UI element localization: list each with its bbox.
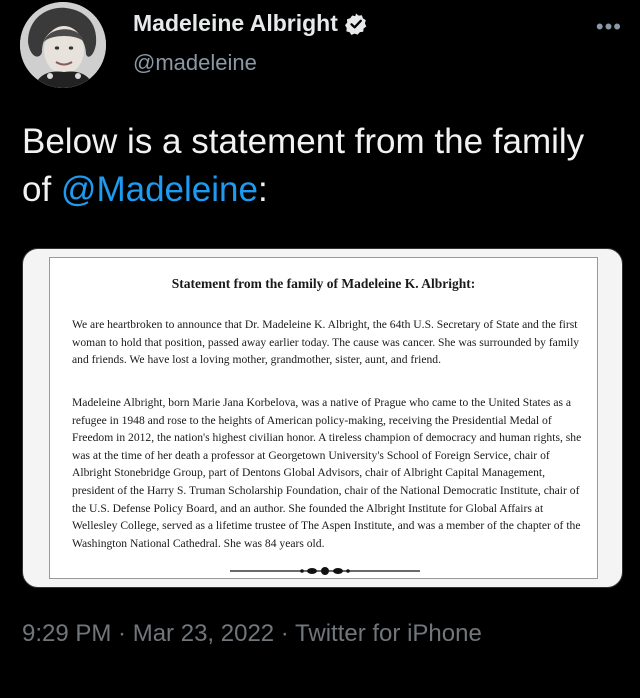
tweet-image[interactable]: Statement from the family of Madeleine K… bbox=[22, 248, 623, 588]
author-name[interactable]: Madeleine Albright bbox=[133, 10, 368, 37]
tweet-date[interactable]: Mar 23, 2022 bbox=[133, 620, 274, 647]
tweet-timestamp: 9:29 PM · Mar 23, 2022 · Twitter for iPh… bbox=[22, 620, 482, 648]
tweet: Madeleine Albright @madeleine ••• Below … bbox=[0, 0, 640, 698]
tweet-time[interactable]: 9:29 PM bbox=[22, 620, 111, 647]
separator: · bbox=[111, 620, 133, 647]
tweet-source-link[interactable]: Twitter for iPhone bbox=[295, 620, 482, 647]
avatar-portrait bbox=[20, 2, 106, 88]
author-handle[interactable]: @madeleine bbox=[133, 50, 257, 76]
more-options-icon[interactable]: ••• bbox=[596, 16, 622, 38]
verified-badge-icon bbox=[344, 12, 368, 36]
statement-title: Statement from the family of Madeleine K… bbox=[171, 276, 476, 291]
tweet-text: Below is a statement from the family of … bbox=[22, 118, 622, 214]
separator-2: · bbox=[274, 620, 296, 647]
divider-ornament-icon bbox=[230, 567, 420, 575]
statement-paragraph-1: We are heartbroken to announce that Dr. … bbox=[72, 318, 580, 367]
author-name-text[interactable]: Madeleine Albright bbox=[133, 10, 338, 37]
statement-paragraph-2: Madeleine Albright, born Marie Jana Korb… bbox=[72, 396, 582, 550]
mention-link[interactable]: @Madeleine bbox=[61, 170, 258, 209]
tweet-text-suffix: : bbox=[257, 170, 268, 209]
avatar[interactable] bbox=[20, 2, 106, 88]
statement-document: Statement from the family of Madeleine K… bbox=[49, 257, 598, 579]
